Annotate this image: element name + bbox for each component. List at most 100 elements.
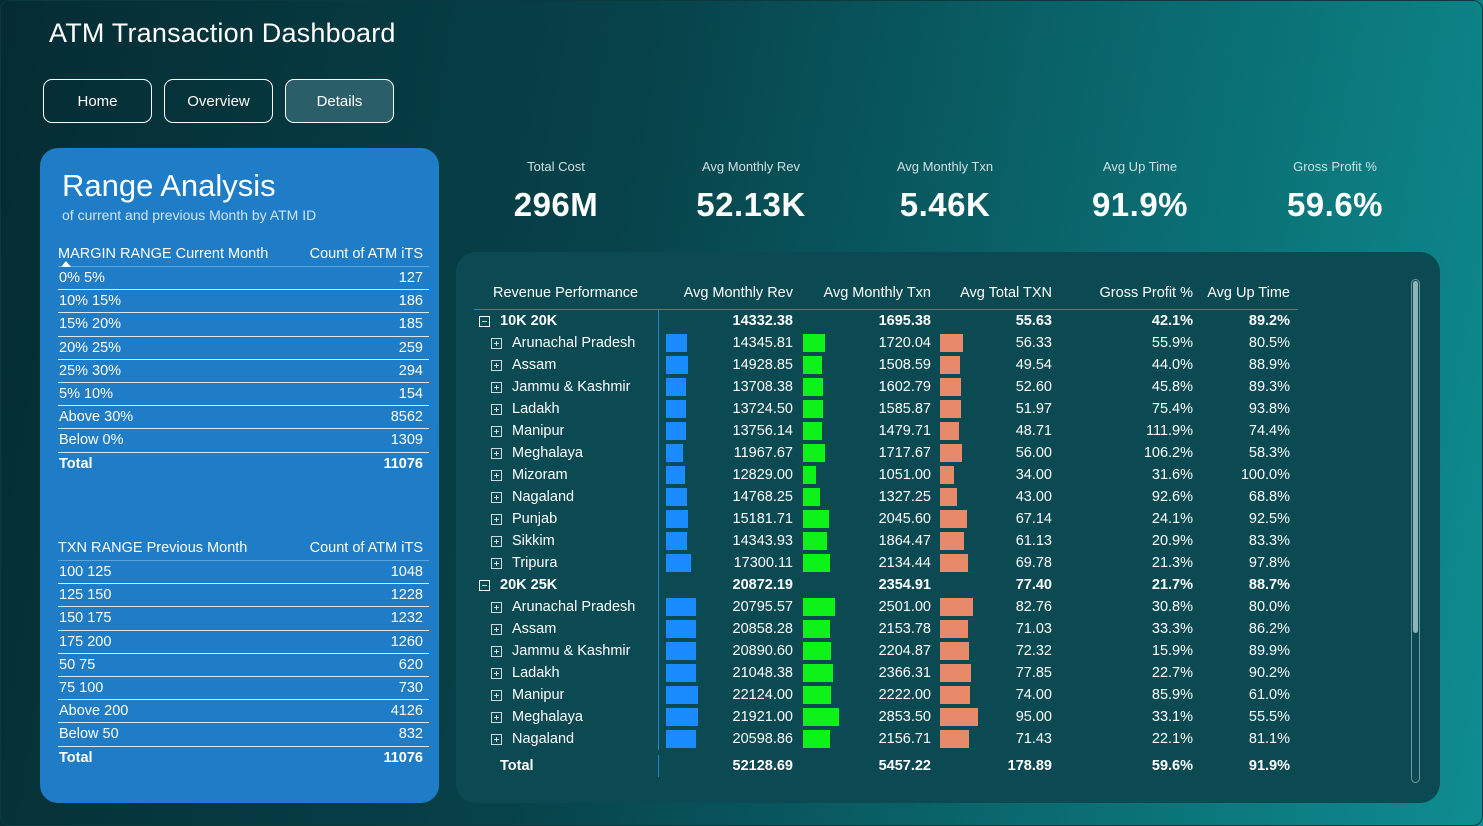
table-row[interactable]: 75 100 730 xyxy=(58,677,429,701)
matrix-group-row[interactable]: 20K 25K 20872.19 2354.91 77.40 21.7% 88.7% xyxy=(474,574,1298,596)
expand-icon[interactable] xyxy=(491,667,502,679)
table-row[interactable]: 100 125 1048 xyxy=(58,561,429,585)
tot-value: 56.33 xyxy=(1015,335,1052,351)
matrix-row[interactable]: Assam 20858.28 2153.78 71.03 33.3% 86.2% xyxy=(474,618,1298,640)
matrix-row[interactable]: Arunachal Pradesh 14345.81 1720.04 56.33 55.… xyxy=(474,332,1298,354)
collapse-icon[interactable] xyxy=(479,579,490,591)
range-count: 4126 xyxy=(390,703,423,720)
rev-value: 12829.00 xyxy=(732,467,793,483)
table-row[interactable]: 50 75 620 xyxy=(58,654,429,677)
overview-button[interactable]: Overview xyxy=(164,79,273,123)
matrix-row[interactable]: Ladakh 13724.50 1585.87 51.97 75.4% 93.8% xyxy=(474,398,1298,420)
matrix-group-row[interactable]: 10K 20K 14332.38 1695.38 55.63 42.1% 89.2% xyxy=(474,310,1298,332)
tot-bar xyxy=(940,730,969,748)
matrix-row[interactable]: Meghalaya 11967.67 1717.67 56.00 106.2% 58.3% xyxy=(474,442,1298,464)
expand-icon[interactable] xyxy=(491,733,502,745)
total-up: 91.9% xyxy=(1248,758,1290,774)
expand-icon[interactable] xyxy=(491,711,502,723)
collapse-icon[interactable] xyxy=(479,315,490,327)
matrix-row[interactable]: Jammu & Kashmir 13708.38 1602.79 52.60 45.8%… xyxy=(474,376,1298,398)
avg-monthly-rev-header[interactable]: Avg Monthly Rev xyxy=(659,276,796,309)
matrix-row[interactable]: Nagaland 14768.25 1327.25 43.00 92.6% 68.8% xyxy=(474,486,1298,508)
scrollbar-thumb[interactable] xyxy=(1413,281,1418,633)
revenue-performance-header[interactable]: Revenue Performance xyxy=(474,276,659,309)
tot-value: 72.32 xyxy=(1015,643,1052,659)
txn-bar xyxy=(803,422,822,440)
range-label: 25% 30% xyxy=(59,362,122,379)
matrix-row[interactable]: Manipur 13756.14 1479.71 48.71 111.9% 74.4% xyxy=(474,420,1298,442)
expand-icon[interactable] xyxy=(491,359,502,371)
tot-bar xyxy=(940,664,972,682)
tot-cell: 82.76 xyxy=(933,596,1063,618)
table-row[interactable]: Below 50 832 xyxy=(58,723,429,747)
row-label: Meghalaya xyxy=(512,709,583,725)
matrix-body[interactable]: 10K 20K 14332.38 1695.38 55.63 42.1% 89.2% Aru… xyxy=(474,310,1298,755)
rev-bar xyxy=(666,642,697,660)
table-row[interactable]: 5% 10% 154 xyxy=(58,383,429,407)
margin-range-header[interactable]: MARGIN RANGE Current Month xyxy=(58,246,268,262)
table-row[interactable]: 20% 25% 259 xyxy=(58,337,429,360)
row-label: Punjab xyxy=(512,511,558,527)
matrix-row[interactable]: Manipur 22124.00 2222.00 74.00 85.9% 61.0% xyxy=(474,684,1298,706)
expand-icon[interactable] xyxy=(491,557,502,569)
expand-icon[interactable] xyxy=(491,645,502,657)
kpi-label: Gross Profit % xyxy=(1293,159,1377,174)
matrix-row[interactable]: Arunachal Pradesh 20795.57 2501.00 82.76 30.… xyxy=(474,596,1298,618)
txn-range-header[interactable]: TXN RANGE Previous Month xyxy=(58,540,247,556)
table-row[interactable]: 150 175 1232 xyxy=(58,607,429,631)
expand-icon[interactable] xyxy=(491,689,502,701)
expand-icon[interactable] xyxy=(491,381,502,393)
gp-cell: 33.3% xyxy=(1151,621,1193,637)
expand-icon[interactable] xyxy=(491,623,502,635)
matrix-row[interactable]: Punjab 15181.71 2045.60 67.14 24.1% 92.5% xyxy=(474,508,1298,530)
table-row[interactable]: 10% 15% 186 xyxy=(58,290,429,314)
matrix-row[interactable]: Tripura 17300.11 2134.44 69.78 21.3% 97.8% xyxy=(474,552,1298,574)
gp-cell: 42.1% xyxy=(1151,313,1193,329)
count-header[interactable]: Count of ATM iTS xyxy=(310,246,429,262)
range-label: 125 150 xyxy=(59,587,112,604)
txn-cell: 2222.00 xyxy=(796,684,933,706)
expand-icon[interactable] xyxy=(491,447,502,459)
rev-value: 21048.38 xyxy=(732,665,793,681)
txn-value: 1327.25 xyxy=(878,489,931,505)
expand-icon[interactable] xyxy=(491,513,502,525)
avg-monthly-txn-header[interactable]: Avg Monthly Txn xyxy=(796,276,933,309)
expand-icon[interactable] xyxy=(491,601,502,613)
home-button[interactable]: Home xyxy=(43,79,152,123)
rev-cell: 14343.93 xyxy=(659,530,796,552)
avg-total-txn-header[interactable]: Avg Total TXN xyxy=(933,276,1063,309)
table-row[interactable]: 125 150 1228 xyxy=(58,584,429,608)
matrix-scrollbar[interactable] xyxy=(1411,279,1420,783)
matrix-row[interactable]: Assam 14928.85 1508.59 49.54 44.0% 88.9% xyxy=(474,354,1298,376)
matrix-row[interactable]: Meghalaya 21921.00 2853.50 95.00 33.1% 55.5% xyxy=(474,706,1298,728)
matrix-row[interactable]: Sikkim 14343.93 1864.47 61.13 20.9% 83.3% xyxy=(474,530,1298,552)
total-label: Total xyxy=(59,456,93,473)
txn-cell: 1695.38 xyxy=(796,310,933,332)
matrix-row[interactable]: Jammu & Kashmir 20890.60 2204.87 72.32 15.9%… xyxy=(474,640,1298,662)
table-row[interactable]: 15% 20% 185 xyxy=(58,313,429,337)
count-header[interactable]: Count of ATM iTS xyxy=(310,540,429,556)
details-button[interactable]: Details xyxy=(285,79,394,123)
matrix-row[interactable]: Nagaland 20598.86 2156.71 71.43 22.1% 81.1% xyxy=(474,728,1298,750)
table-row[interactable]: Above 30% 8562 xyxy=(58,406,429,430)
tot-value: 56.00 xyxy=(1015,445,1052,461)
expand-icon[interactable] xyxy=(491,491,502,503)
expand-icon[interactable] xyxy=(491,425,502,437)
txn-value: 1585.87 xyxy=(878,401,931,417)
table-row[interactable]: Above 200 4126 xyxy=(58,700,429,724)
expand-icon[interactable] xyxy=(491,535,502,547)
expand-icon[interactable] xyxy=(491,469,502,481)
gross-profit-header[interactable]: Gross Profit % xyxy=(1063,276,1193,309)
avg-up-time-header[interactable]: Avg Up Time xyxy=(1193,276,1293,309)
table-row[interactable]: 0% 5% 127 xyxy=(58,267,429,291)
margin-range-table: MARGIN RANGE Current Month Count of ATM … xyxy=(58,241,429,476)
matrix-row[interactable]: Mizoram 12829.00 1051.00 34.00 31.6% 100.0% xyxy=(474,464,1298,486)
expand-icon[interactable] xyxy=(491,403,502,415)
matrix-row[interactable]: Ladakh 21048.38 2366.31 77.85 22.7% 90.2% xyxy=(474,662,1298,684)
txn-bar xyxy=(803,620,831,638)
table-row[interactable]: 25% 30% 294 xyxy=(58,360,429,383)
tot-value: 77.40 xyxy=(1015,577,1052,593)
expand-icon[interactable] xyxy=(491,337,502,349)
table-row[interactable]: Below 0% 1309 xyxy=(58,429,429,453)
table-row[interactable]: 175 200 1260 xyxy=(58,631,429,654)
